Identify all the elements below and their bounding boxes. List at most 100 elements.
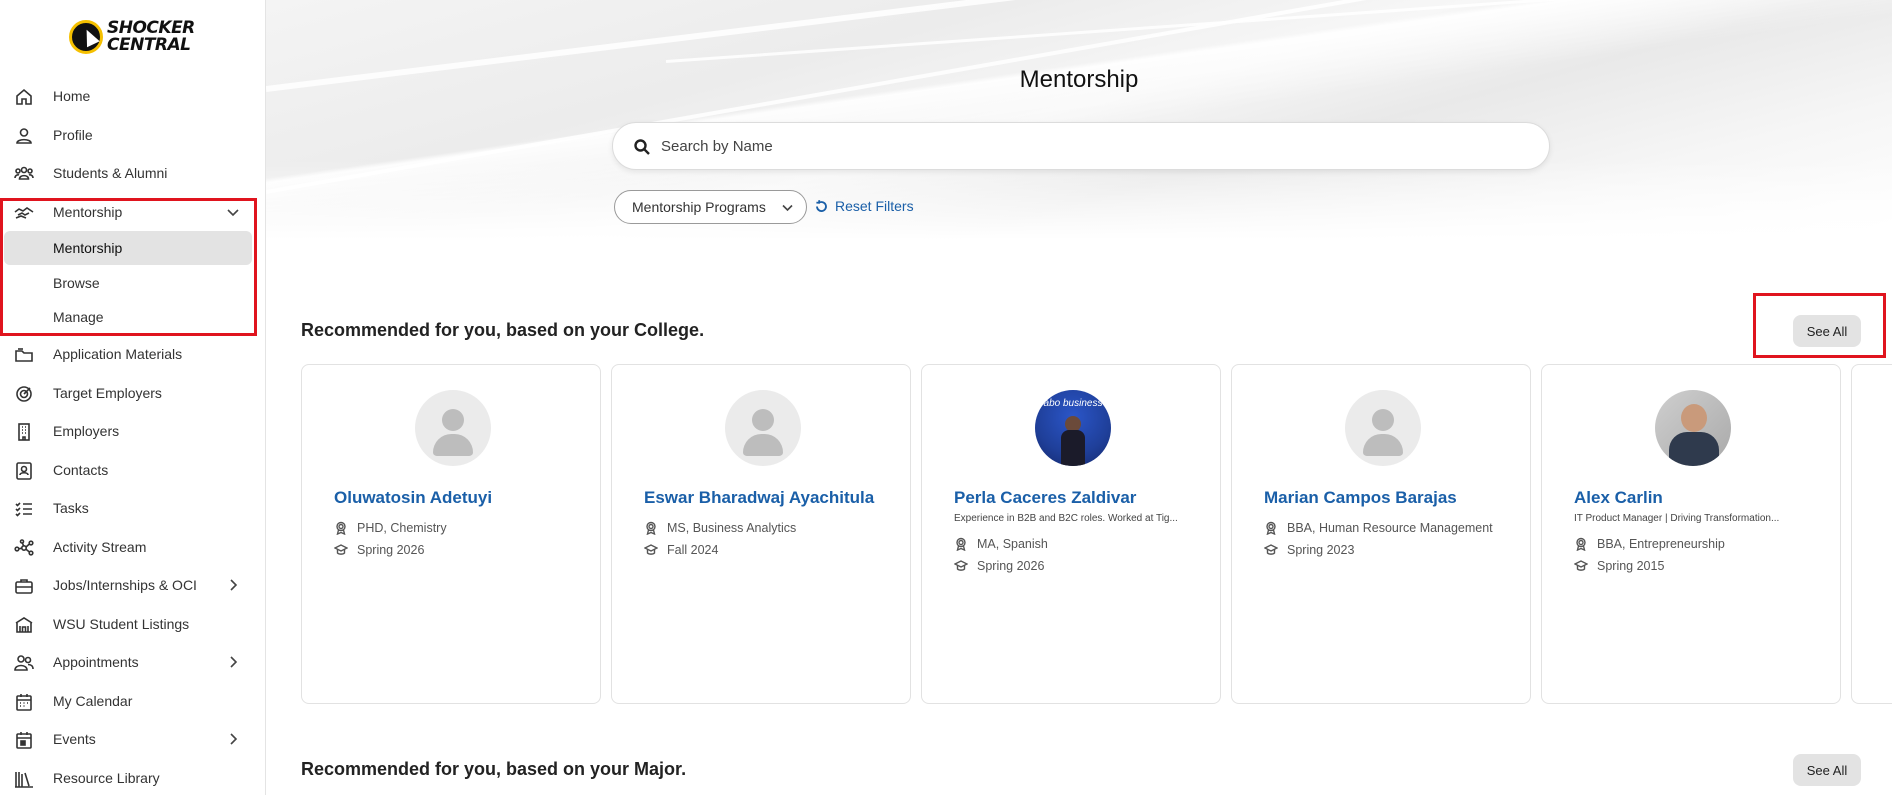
- award-icon: [336, 521, 346, 535]
- sidebar-item-employers[interactable]: Employers: [0, 413, 265, 449]
- avatar-photo: [1655, 390, 1731, 466]
- sidebar-item-label: Home: [53, 88, 91, 104]
- logo-line2: CENTRAL: [107, 35, 191, 55]
- sidebar-item-tasks[interactable]: Tasks: [0, 490, 265, 526]
- mentor-degree: MA, Spanish: [954, 535, 1048, 553]
- sidebar: SHOCKER CENTRAL Home Profile Students & …: [0, 0, 266, 795]
- handshake-icon: [14, 203, 34, 223]
- sidebar-subitem-browse[interactable]: Browse: [4, 266, 252, 300]
- graduation-cap-icon: [954, 560, 968, 571]
- mentor-card-partial[interactable]: [1851, 364, 1892, 704]
- sidebar-item-label: Employers: [53, 423, 120, 439]
- graduation-cap-icon: [1574, 560, 1588, 571]
- mentor-name[interactable]: Alex Carlin: [1574, 488, 1663, 508]
- mentor-term: Spring 2015: [1574, 557, 1664, 575]
- mentor-card[interactable]: Marian Campos Barajas BBA, Human Resourc…: [1231, 364, 1531, 704]
- sidebar-item-label: Target Employers: [53, 385, 162, 401]
- contact-card-icon: [14, 461, 34, 481]
- logo-icon: [69, 20, 103, 54]
- sidebar-item-home[interactable]: Home: [0, 78, 265, 114]
- graduation-cap-icon: [644, 544, 658, 555]
- search-input[interactable]: [661, 123, 1521, 169]
- sidebar-item-label: Resource Library: [53, 770, 160, 786]
- mentor-degree: BBA, Human Resource Management: [1264, 519, 1493, 537]
- mentor-degree: MS, Business Analytics: [644, 519, 796, 537]
- mentor-term: Spring 2023: [1264, 541, 1354, 559]
- graduation-cap-icon: [334, 544, 348, 555]
- mentor-card[interactable]: Oluwatosin Adetuyi PHD, Chemistry Spring…: [301, 364, 601, 704]
- see-all-button-major[interactable]: See All: [1793, 754, 1861, 786]
- mentor-card[interactable]: Alex Carlin IT Product Manager | Driving…: [1541, 364, 1841, 704]
- checklist-icon: [14, 499, 34, 519]
- sidebar-item-wsu-student-listings[interactable]: WSU Student Listings: [0, 606, 265, 642]
- sidebar-item-jobs-internships-oci[interactable]: Jobs/Internships & OCI: [0, 567, 265, 603]
- event-icon: [14, 730, 34, 750]
- sidebar-item-label: Events: [53, 731, 96, 747]
- sidebar-item-my-calendar[interactable]: My Calendar: [0, 683, 265, 719]
- folder-icon: [14, 345, 34, 365]
- see-all-button-college[interactable]: See All: [1793, 315, 1861, 347]
- mentorship-programs-filter[interactable]: Mentorship Programs: [614, 190, 807, 224]
- sidebar-item-contacts[interactable]: Contacts: [0, 452, 265, 488]
- mentor-degree: BBA, Entrepreneurship: [1574, 535, 1725, 553]
- filter-label: Mentorship Programs: [632, 199, 766, 215]
- mentor-card[interactable]: Eswar Bharadwaj Ayachitula MS, Business …: [611, 364, 911, 704]
- sidebar-item-resource-library[interactable]: Resource Library: [0, 760, 265, 795]
- main-content: Mentorship Mentorship Programs Reset Fil…: [266, 0, 1892, 795]
- reset-filters-button[interactable]: Reset Filters: [814, 194, 914, 218]
- mentor-name[interactable]: Marian Campos Barajas: [1264, 488, 1457, 508]
- section-title-college: Recommended for you, based on your Colle…: [301, 320, 705, 340]
- sidebar-item-label: Appointments: [53, 654, 139, 670]
- sidebar-item-label: My Calendar: [53, 693, 133, 709]
- search-icon: [633, 138, 651, 156]
- building-icon: [14, 422, 34, 442]
- library-icon: [14, 769, 34, 789]
- reset-filters-label: Reset Filters: [835, 198, 914, 214]
- avatar-placeholder: [725, 390, 801, 466]
- avatar-photo: abo business: [1035, 390, 1111, 466]
- mentor-degree: PHD, Chemistry: [334, 519, 447, 537]
- target-icon: [14, 384, 34, 404]
- school-icon: [14, 615, 34, 635]
- sidebar-item-mentorship[interactable]: Mentorship: [0, 194, 265, 230]
- chevron-down-icon[interactable]: [226, 205, 240, 219]
- network-icon: [14, 538, 34, 558]
- hero-banner: [266, 0, 1892, 240]
- sidebar-item-label: Students & Alumni: [53, 165, 168, 181]
- page-title: Mentorship: [1019, 66, 1139, 93]
- search-bar[interactable]: [612, 122, 1550, 170]
- chevron-right-icon[interactable]: [226, 578, 240, 592]
- sidebar-subitem-manage[interactable]: Manage: [4, 300, 252, 334]
- award-icon: [646, 521, 656, 535]
- calendar-icon: [14, 692, 34, 712]
- sidebar-item-profile[interactable]: Profile: [0, 117, 265, 153]
- mentor-name[interactable]: Oluwatosin Adetuyi: [334, 488, 492, 508]
- sidebar-subitem-mentorship[interactable]: Mentorship: [4, 231, 252, 265]
- home-icon: [14, 87, 34, 107]
- sidebar-subitem-label: Browse: [53, 275, 100, 291]
- briefcase-icon: [14, 576, 34, 596]
- award-icon: [1266, 521, 1276, 535]
- sidebar-item-appointments[interactable]: Appointments: [0, 644, 265, 680]
- mentor-name[interactable]: Perla Caceres Zaldivar: [954, 488, 1136, 508]
- sidebar-item-application-materials[interactable]: Application Materials: [0, 336, 265, 372]
- mentor-name[interactable]: Eswar Bharadwaj Ayachitula: [644, 488, 874, 508]
- sidebar-subitem-label: Mentorship: [53, 240, 123, 256]
- sidebar-item-activity-stream[interactable]: Activity Stream: [0, 529, 265, 565]
- sidebar-item-label: Contacts: [53, 462, 109, 478]
- mentor-term: Spring 2026: [334, 541, 424, 559]
- reset-icon: [816, 199, 827, 212]
- sidebar-item-label: Activity Stream: [53, 539, 147, 555]
- chevron-right-icon[interactable]: [226, 655, 240, 669]
- shocker-central-logo[interactable]: SHOCKER CENTRAL: [69, 16, 199, 58]
- sidebar-item-target-employers[interactable]: Target Employers: [0, 375, 265, 411]
- chevron-right-icon[interactable]: [226, 732, 240, 746]
- users-icon: [14, 164, 34, 184]
- sidebar-item-students-alumni[interactable]: Students & Alumni: [0, 155, 265, 191]
- mentor-card[interactable]: abo business Perla Caceres Zaldivar Expe…: [921, 364, 1221, 704]
- avatar-placeholder: [1345, 390, 1421, 466]
- sidebar-item-events[interactable]: Events: [0, 721, 265, 757]
- sidebar-subitem-label: Manage: [53, 309, 104, 325]
- mentor-cards-row: Oluwatosin Adetuyi PHD, Chemistry Spring…: [301, 364, 1892, 704]
- sidebar-item-label: Profile: [53, 127, 93, 143]
